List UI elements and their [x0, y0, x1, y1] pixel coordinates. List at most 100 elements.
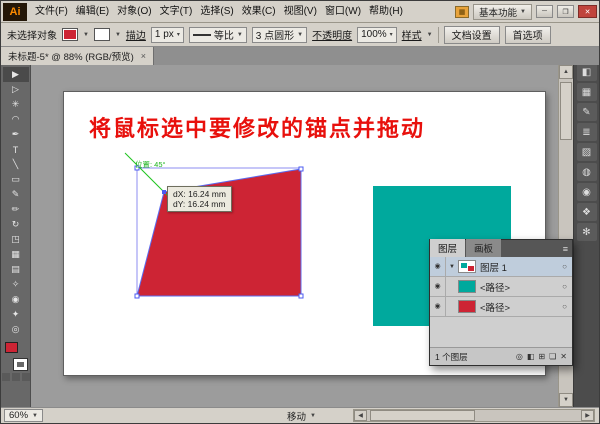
pen-tool[interactable]: ✒ [3, 127, 29, 142]
brushes-panel-icon[interactable]: ✎ [576, 103, 597, 121]
make-clip-mask-icon[interactable]: ◧ [527, 352, 535, 361]
menu-select[interactable]: 选择(S) [196, 1, 237, 22]
menu-window[interactable]: 窗口(W) [321, 1, 365, 22]
scale-tool[interactable]: ◳ [3, 232, 29, 247]
zoom-tool[interactable]: ◎ [3, 322, 29, 337]
new-sublayer-icon[interactable]: ⊞ [538, 352, 545, 361]
stroke-dropdown-icon[interactable]: ▼ [115, 32, 121, 38]
new-layer-icon[interactable]: ❏ [549, 352, 556, 361]
path-name[interactable]: <路径> [480, 280, 510, 294]
menu-edit[interactable]: 编辑(E) [72, 1, 113, 22]
menu-type[interactable]: 文字(T) [156, 1, 197, 22]
locate-object-icon[interactable]: ◎ [516, 352, 523, 361]
color-panel-icon[interactable]: ◧ [576, 63, 597, 81]
stroke-panel-link[interactable]: 描边 [126, 27, 146, 42]
tab-artboards[interactable]: 画板 [466, 239, 502, 257]
gradient-tool[interactable]: ▤ [3, 262, 29, 277]
arrange-documents-icon[interactable]: ▦ [455, 5, 470, 18]
close-tab-icon[interactable]: × [141, 51, 146, 61]
scroll-up-icon[interactable]: ▲ [559, 65, 573, 79]
symbols-panel-icon[interactable]: ✻ [576, 223, 597, 241]
lasso-tool[interactable]: ◠ [3, 112, 29, 127]
swatches-panel-icon[interactable]: ▦ [576, 83, 597, 101]
dragged-anchor-point[interactable] [162, 190, 166, 194]
status-bar: 60% ▼ 移动 ▼ ◀ ▶ [1, 407, 599, 423]
visibility-eye-icon[interactable]: ◉ [430, 296, 446, 317]
rotate-tool[interactable]: ↻ [3, 217, 29, 232]
path-name[interactable]: <路径> [480, 300, 510, 314]
anchor-point[interactable] [298, 293, 304, 299]
target-circle-icon[interactable]: ○ [562, 262, 567, 271]
target-circle-icon[interactable]: ○ [562, 282, 567, 291]
layer-row[interactable]: ◉ ▼ 图层 1 ○ [430, 256, 572, 277]
paintbrush-tool[interactable]: ✎ [3, 187, 29, 202]
stroke-swatch[interactable] [13, 359, 27, 370]
brush-definition-select[interactable]: 3 点圆形 ▼ [251, 26, 308, 43]
gradient-panel-icon[interactable]: ▨ [576, 143, 597, 161]
path-thumbnail [458, 280, 476, 293]
scroll-right-icon[interactable]: ▶ [581, 410, 594, 421]
direct-selection-tool[interactable]: ▷ [3, 82, 29, 97]
tab-layers[interactable]: 图层 [430, 239, 466, 257]
menu-object[interactable]: 对象(O) [113, 1, 155, 22]
graphic-styles-panel-icon[interactable]: ❖ [576, 203, 597, 221]
selection-tool[interactable]: ▶ [2, 67, 29, 82]
visibility-eye-icon[interactable]: ◉ [430, 276, 446, 297]
layer-name[interactable]: 图层 1 [480, 260, 507, 274]
delete-layer-icon[interactable]: ✕ [560, 352, 567, 361]
target-circle-icon[interactable]: ○ [562, 302, 567, 311]
stroke-weight-select[interactable]: 1 px ▾ [150, 26, 184, 43]
close-button[interactable]: ✕ [578, 5, 597, 18]
horizontal-scroll-thumb[interactable] [370, 410, 475, 421]
pencil-tool[interactable]: ✏ [3, 202, 29, 217]
anchor-point[interactable] [298, 166, 304, 172]
zoom-select[interactable]: 60% ▼ [4, 409, 43, 422]
width-profile-select[interactable]: 等比 ▼ [188, 26, 247, 43]
fill-color-swatch[interactable] [62, 28, 78, 41]
magic-wand-tool[interactable]: ✳ [3, 97, 29, 112]
menu-file[interactable]: 文件(F) [31, 1, 72, 22]
none-mode-button[interactable] [21, 373, 30, 381]
gradient-mode-button[interactable] [11, 373, 20, 381]
minimize-button[interactable]: ─ [536, 5, 553, 18]
line-segment-tool[interactable]: ╲ [3, 157, 29, 172]
expand-triangle-icon[interactable]: ▼ [446, 264, 458, 270]
type-tool[interactable]: T [3, 142, 29, 157]
stroke-color-swatch[interactable] [93, 28, 110, 41]
style-link[interactable]: 样式 [402, 27, 422, 42]
transparency-panel-icon[interactable]: ◍ [576, 163, 597, 181]
fill-swatch[interactable] [4, 342, 18, 353]
document-tab[interactable]: 未标题-5* @ 88% (RGB/预览) × [1, 47, 155, 65]
current-tool-status[interactable]: 移动 ▼ [287, 409, 316, 423]
scroll-left-icon[interactable]: ◀ [354, 410, 367, 421]
workspace-switcher[interactable]: 基本功能 ▼ [473, 3, 532, 20]
opacity-link[interactable]: 不透明度 [312, 27, 352, 42]
rectangle-tool[interactable]: ▭ [3, 172, 29, 187]
restore-button[interactable]: ❐ [557, 5, 574, 18]
scroll-down-icon[interactable]: ▼ [559, 393, 573, 407]
hand-tool[interactable]: ✦ [3, 307, 29, 322]
visibility-eye-icon[interactable]: ◉ [430, 256, 446, 277]
document-setup-button[interactable]: 文档设置 [443, 25, 500, 44]
fill-dropdown-icon[interactable]: ▼ [83, 32, 89, 38]
panel-menu-icon[interactable]: ≡ [563, 244, 568, 254]
horizontal-scrollbar[interactable]: ◀ ▶ [353, 409, 595, 422]
eyedropper-tool[interactable]: ✧ [3, 277, 29, 292]
control-bar: 未选择对象 ▼ ▼ 描边 1 px ▾ 等比 ▼ 3 点圆形 ▼ 不透明度 10… [1, 23, 599, 47]
chevron-down-icon: ▼ [297, 31, 304, 38]
preferences-button[interactable]: 首选项 [504, 25, 551, 44]
path-row[interactable]: ◉ <路径> ○ [430, 276, 572, 297]
mesh-tool[interactable]: ▦ [3, 247, 29, 262]
opacity-select[interactable]: 100% ▾ [357, 26, 397, 43]
menu-effect[interactable]: 效果(C) [238, 1, 280, 22]
menu-help[interactable]: 帮助(H) [365, 1, 407, 22]
menu-view[interactable]: 视图(V) [280, 1, 321, 22]
path-row[interactable]: ◉ <路径> ○ [430, 296, 572, 317]
style-dropdown-icon[interactable]: ▼ [427, 32, 433, 38]
anchor-point[interactable] [134, 293, 140, 299]
stroke-panel-icon[interactable]: ≣ [576, 123, 597, 141]
appearance-panel-icon[interactable]: ◉ [576, 183, 597, 201]
vertical-scroll-thumb[interactable] [560, 82, 572, 140]
color-mode-button[interactable] [1, 373, 10, 381]
blend-tool[interactable]: ◉ [3, 292, 29, 307]
